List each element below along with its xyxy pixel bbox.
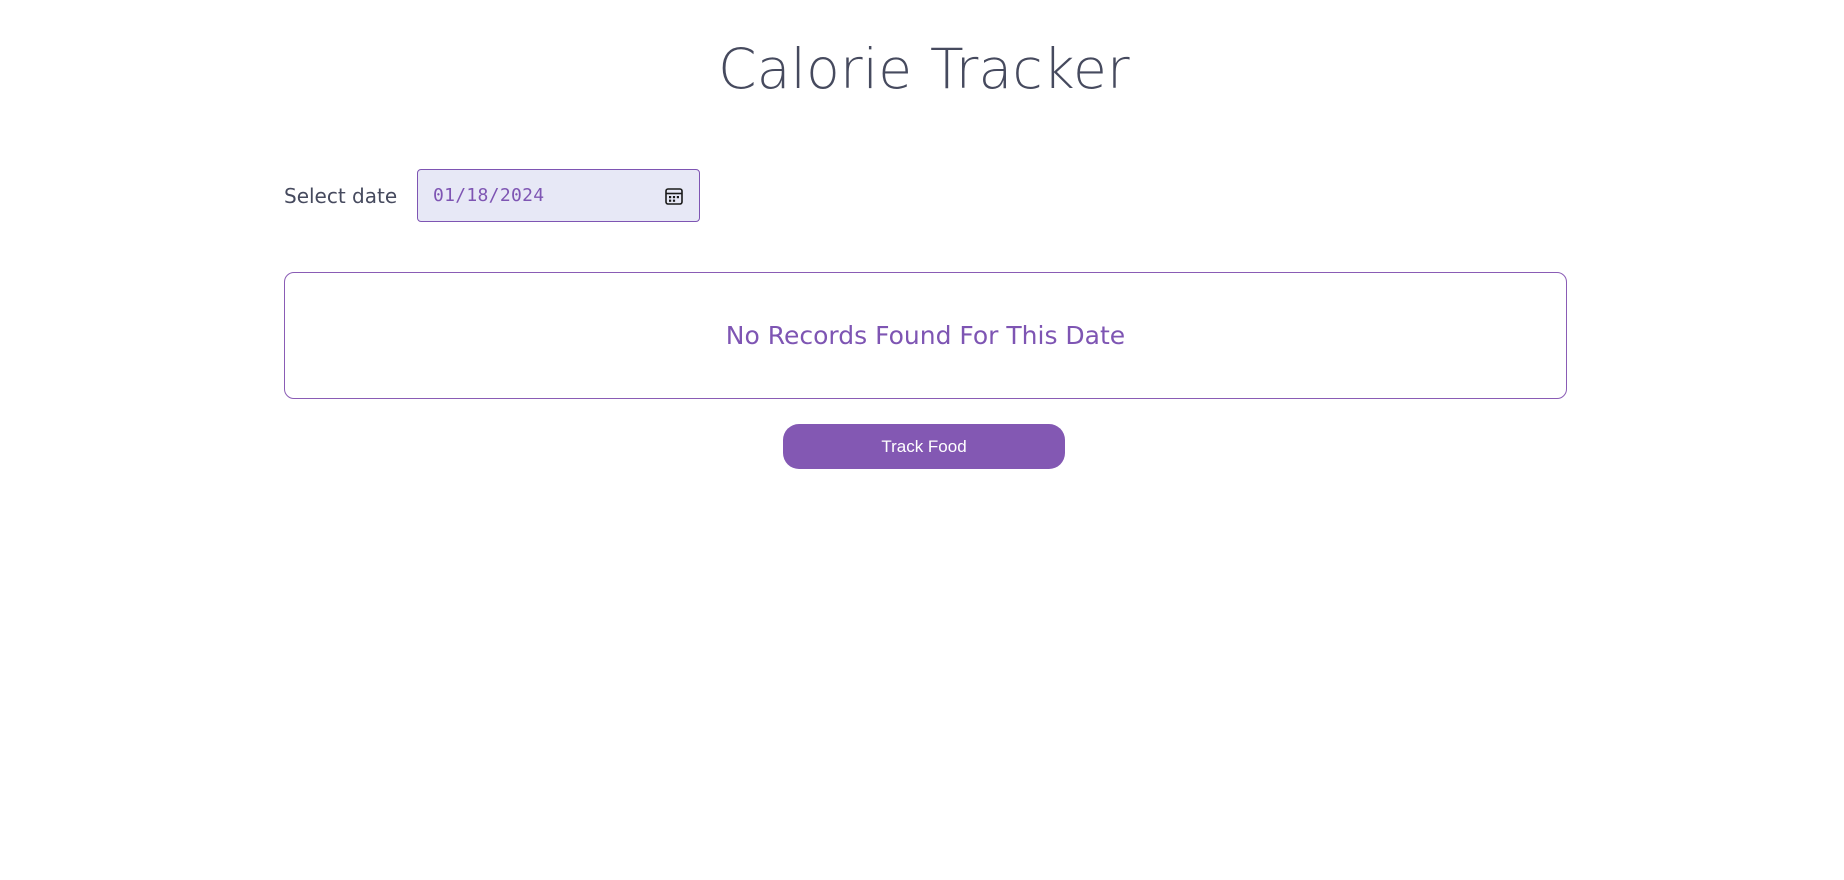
calendar-icon[interactable] (664, 186, 684, 206)
date-value: 01/18/2024 (433, 185, 545, 206)
track-food-button[interactable]: Track Food (783, 424, 1065, 469)
records-panel: No Records Found For This Date (284, 272, 1567, 399)
date-input[interactable]: 01/18/2024 (417, 169, 700, 222)
page-title: Calorie Tracker (718, 37, 1130, 101)
date-label: Select date (284, 183, 398, 208)
date-selector: Select date 01/18/2024 (284, 169, 700, 222)
empty-records-message: No Records Found For This Date (725, 321, 1126, 350)
